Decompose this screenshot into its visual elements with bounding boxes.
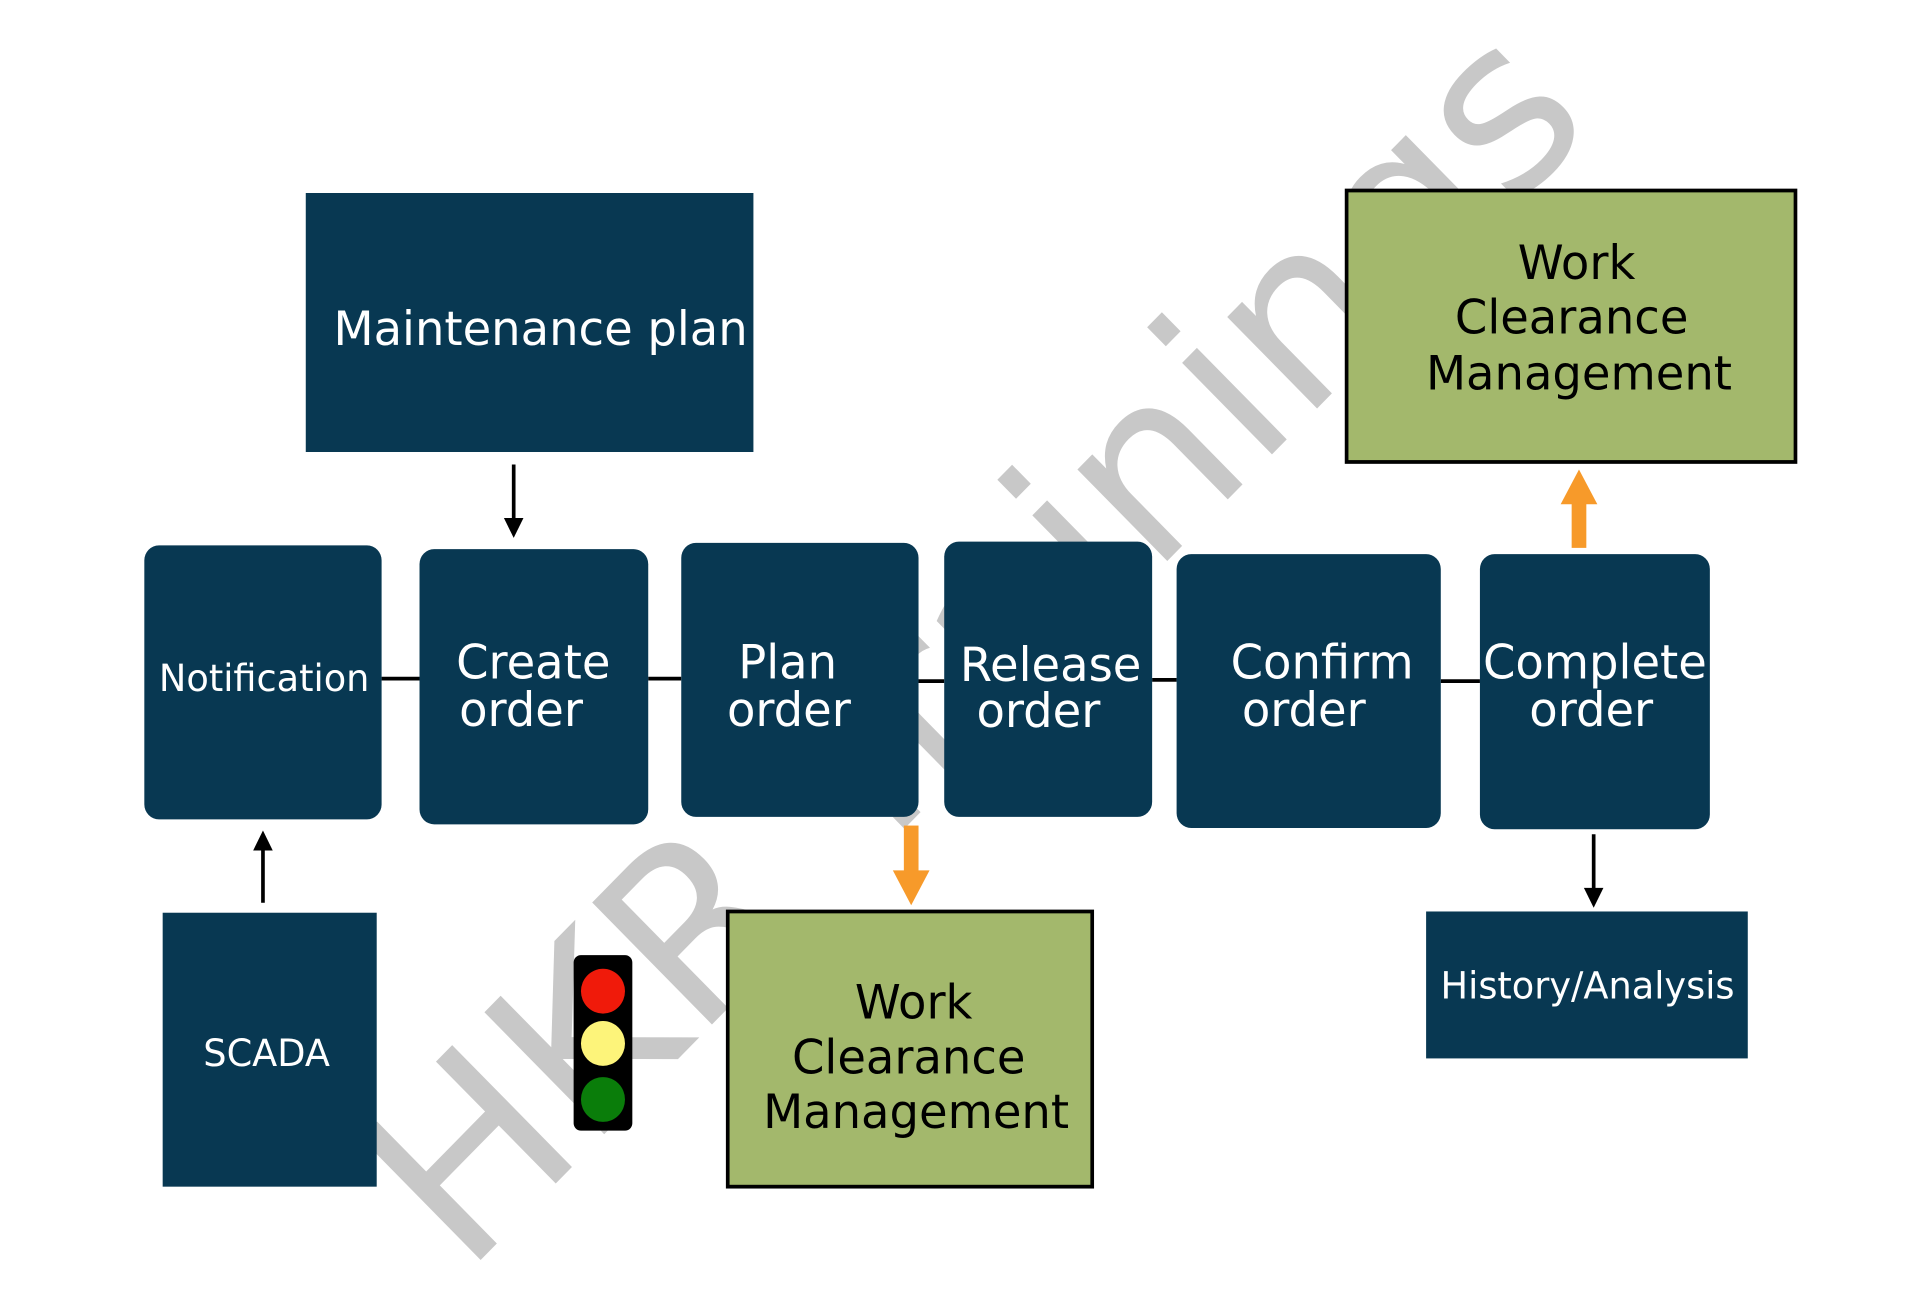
svg-text:order: order: [727, 683, 852, 738]
confirm-order-box: Confirm order: [1176, 554, 1441, 829]
history-analysis-box: History/Analysis: [1426, 911, 1748, 1059]
scada-box: SCADA: [162, 912, 377, 1187]
maintenance-plan-box: Maintenance plan: [305, 193, 754, 453]
wcm-top-box: Work Clearance Management: [1344, 188, 1798, 464]
svg-text:Maintenance plan: Maintenance plan: [333, 302, 747, 357]
svg-text:Management: Management: [1426, 346, 1732, 401]
arrow-scada-to-notification: [253, 830, 273, 903]
yellow-light: [580, 1021, 625, 1066]
svg-text:order: order: [1529, 683, 1654, 738]
svg-text:order: order: [1242, 683, 1367, 738]
svg-text:Work: Work: [855, 975, 973, 1030]
svg-text:Management: Management: [763, 1085, 1069, 1140]
arrow-maintenance-to-create: [503, 464, 524, 538]
orange-arrow-complete-to-wcm: [1560, 469, 1598, 548]
svg-text:Notification: Notification: [159, 657, 369, 700]
green-light: [580, 1077, 625, 1122]
svg-text:SCADA: SCADA: [203, 1032, 330, 1075]
svg-text:History/Analysis: History/Analysis: [1441, 964, 1735, 1007]
traffic-light-icon: [573, 955, 633, 1131]
process-diagram: HKR Trainings Maintenance plan Notificat…: [144, 0, 1798, 1295]
wcm-bottom-box: Work Clearance Management: [725, 909, 1095, 1189]
arrow-complete-to-history: [1583, 834, 1604, 908]
notification-box: Notification: [144, 545, 382, 820]
complete-order-box: Complete order: [1479, 554, 1710, 830]
plan-order-box: Plan order: [681, 542, 919, 817]
release-order-box: Release order: [944, 541, 1153, 817]
svg-text:Clearance: Clearance: [1455, 290, 1689, 345]
svg-text:order: order: [459, 683, 584, 738]
svg-text:Clearance: Clearance: [792, 1030, 1026, 1085]
svg-text:order: order: [976, 684, 1101, 739]
red-light: [580, 968, 625, 1014]
svg-text:Work: Work: [1518, 236, 1636, 291]
create-order-box: Create order: [419, 549, 649, 825]
